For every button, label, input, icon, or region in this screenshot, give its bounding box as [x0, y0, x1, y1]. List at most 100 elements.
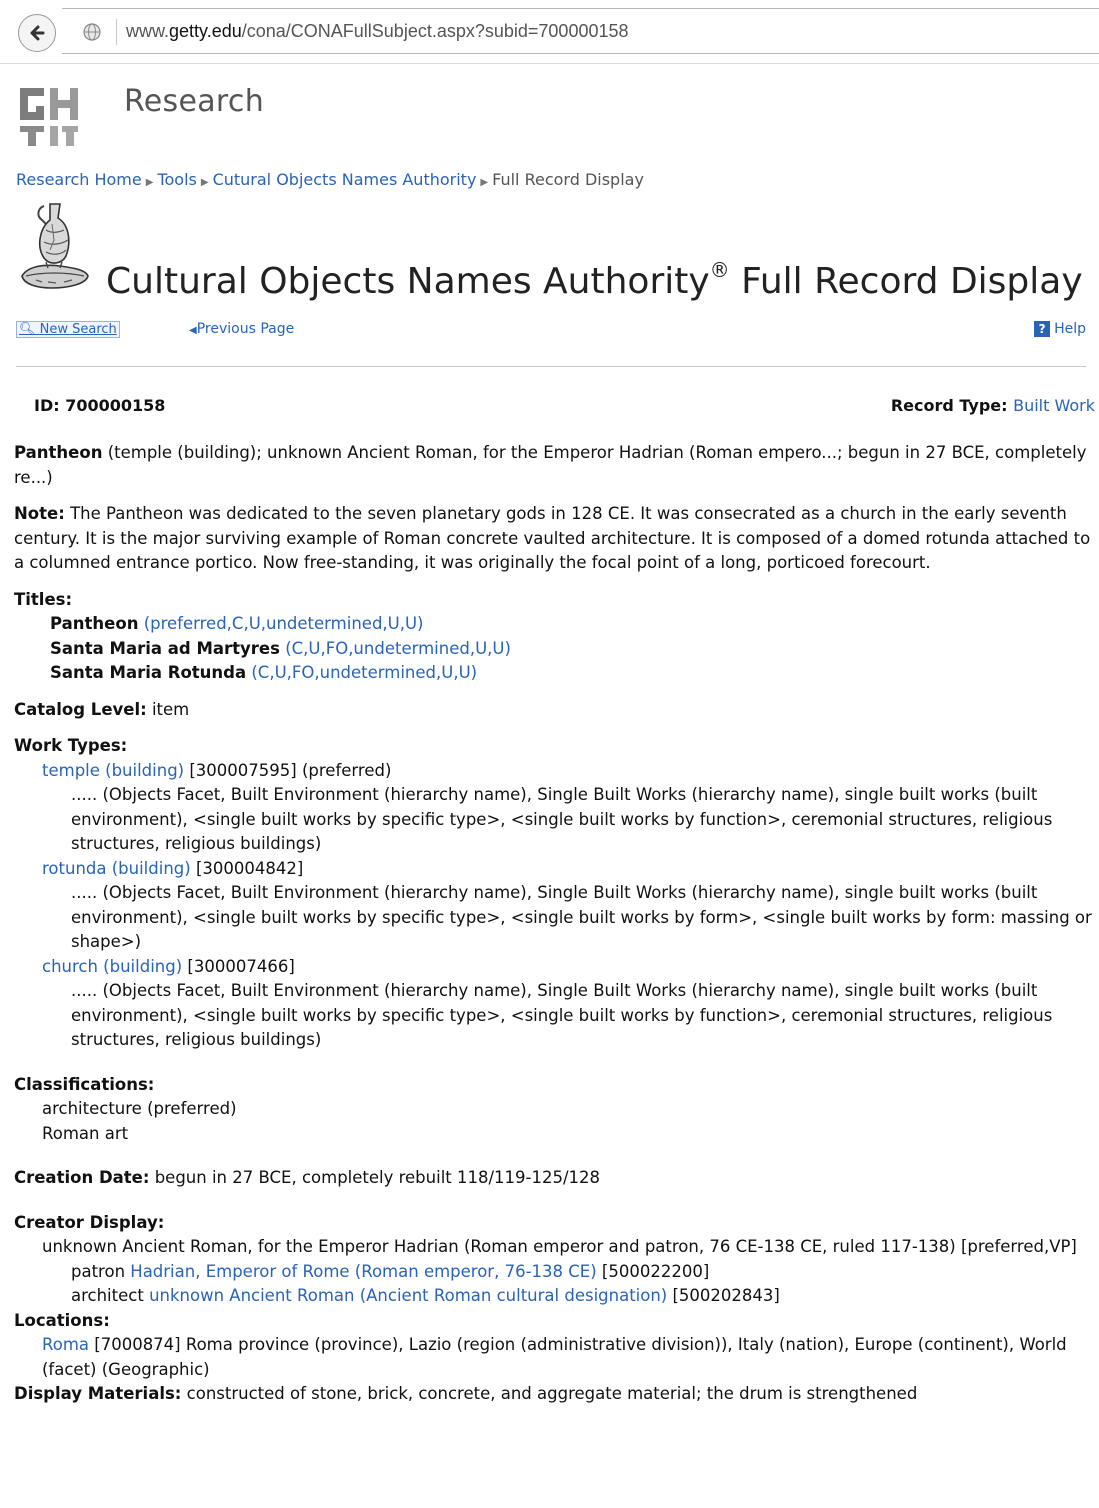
back-arrow-icon — [30, 25, 45, 41]
summary-name: Pantheon — [14, 443, 103, 462]
breadcrumb-arrow-icon: ▶ — [145, 177, 154, 188]
creator-item: architect unknown Ancient Roman (Ancient… — [14, 1284, 1094, 1309]
record-summary: Pantheon (temple (building); unknown Anc… — [14, 441, 1094, 490]
new-search-button[interactable]: 🔍︎ New Search — [16, 321, 120, 338]
creator-id: [500022200] — [596, 1261, 710, 1281]
title-name: Santa Maria Rotunda — [50, 663, 247, 682]
title-qualifier-link[interactable]: (preferred,C,U,undetermined,U,U) — [144, 614, 424, 633]
address-bar[interactable]: www.getty.edu/cona/CONAFullSubject.aspx?… — [62, 8, 1099, 54]
previous-page-link[interactable]: ◀Previous Page — [189, 321, 294, 337]
globe-icon — [83, 23, 101, 41]
url-path: /cona/CONAFullSubject.aspx?subid=7000001… — [241, 21, 629, 41]
catalog-level: Catalog Level: item — [14, 698, 1094, 723]
display-materials: Display Materials: constructed of stone,… — [14, 1382, 1094, 1407]
breadcrumb-tools[interactable]: Tools — [157, 170, 196, 189]
classifications-label: Classifications: — [14, 1074, 155, 1094]
record-id: ID: 700000158 — [34, 396, 166, 415]
url-separator — [116, 19, 117, 45]
creator-link[interactable]: unknown Ancient Roman (Ancient Roman cul… — [149, 1286, 667, 1305]
site-section-title: Research — [124, 84, 265, 119]
page-title-suffix: Full Record Display — [729, 261, 1083, 302]
work-types-section: Work Types: temple (building) [300007595… — [14, 734, 1094, 1053]
work-type-link[interactable]: rotunda (building) — [42, 859, 191, 878]
creator-section: Creator Display: unknown Ancient Roman, … — [14, 1211, 1094, 1309]
work-type-hierarchy: ..... (Objects Facet, Built Environment … — [71, 981, 1053, 1049]
creator-item: patron Hadrian, Emperor of Rome (Roman e… — [14, 1260, 1094, 1285]
page-title: Cultural Objects Names Authority® Full R… — [106, 258, 1083, 302]
url-prefix: www. — [126, 21, 170, 41]
classifications-section: Classifications: architecture (preferred… — [14, 1073, 1094, 1147]
url-domain: getty.edu — [169, 21, 242, 41]
creator-label: Creator Display: — [14, 1212, 165, 1232]
breadcrumb-current: Full Record Display — [492, 170, 644, 189]
summary-text: (temple (building); unknown Ancient Roma… — [14, 443, 1087, 487]
divider — [16, 366, 1086, 367]
toolbar: 🔍︎ New Search ◀Previous Page ? Help — [16, 321, 1086, 345]
creator-role: patron — [71, 1261, 131, 1281]
work-type-id: [300007595] (preferred) — [184, 760, 392, 780]
title-name: Santa Maria ad Martyres — [50, 638, 280, 658]
new-search-label: New Search — [39, 322, 117, 337]
work-type-link[interactable]: temple (building) — [42, 761, 184, 780]
record-type-link[interactable]: Built Work — [1013, 396, 1095, 415]
work-type-id: [300004842] — [190, 858, 304, 878]
breadcrumb-research-home[interactable]: Research Home — [16, 170, 142, 189]
classification-item: architecture (preferred) — [42, 1099, 237, 1118]
registered-mark: ® — [709, 258, 730, 282]
help-link[interactable]: ? Help — [1034, 321, 1086, 337]
classification-item: Roman art — [42, 1123, 129, 1143]
location-link[interactable]: Roma — [42, 1335, 89, 1354]
work-type-item: temple (building) [300007595] (preferred… — [14, 759, 1094, 784]
work-type-hierarchy: ..... (Objects Facet, Built Environment … — [71, 883, 1092, 951]
locations-label: Locations: — [14, 1310, 110, 1330]
location-text: [7000874] Roma province (province), Lazi… — [42, 1335, 1067, 1379]
browser-toolbar: www.getty.edu/cona/CONAFullSubject.aspx?… — [0, 0, 1099, 64]
catalog-level-value: item — [146, 699, 190, 719]
creator-display-text: unknown Ancient Roman, for the Emperor H… — [42, 1237, 1077, 1256]
title-qualifier-link[interactable]: (C,U,FO,undetermined,U,U) — [251, 663, 477, 682]
title-qualifier-link[interactable]: (C,U,FO,undetermined,U,U) — [285, 639, 511, 658]
creation-date-value: begun in 27 BCE, completely rebuilt 118/… — [149, 1168, 601, 1187]
titles-section: Titles: Pantheon (preferred,C,U,undeterm… — [14, 588, 1094, 686]
work-types-label: Work Types: — [14, 736, 128, 755]
title-item: Santa Maria ad Martyres (C,U,FO,undeterm… — [14, 637, 1094, 662]
url-text[interactable]: www.getty.edu/cona/CONAFullSubject.aspx?… — [126, 21, 629, 42]
work-type-link[interactable]: church (building) — [42, 957, 182, 976]
getty-logo[interactable] — [16, 84, 80, 148]
materials-label: Display Materials: — [14, 1384, 182, 1403]
creation-date: Creation Date: begun in 27 BCE, complete… — [14, 1166, 1094, 1191]
creator-id: [500202843] — [667, 1286, 780, 1305]
note-section: Note: The Pantheon was dedicated to the … — [14, 502, 1094, 576]
creation-date-label: Creation Date: — [14, 1168, 150, 1187]
materials-text: constructed of stone, brick, concrete, a… — [181, 1384, 918, 1403]
help-icon: ? — [1034, 321, 1051, 337]
page-title-main: Cultural Objects Names Authority — [106, 261, 710, 302]
work-type-item: rotunda (building) [300004842] — [14, 857, 1094, 882]
note-text: The Pantheon was dedicated to the seven … — [14, 504, 1091, 572]
breadcrumb-arrow-icon: ▶ — [480, 177, 489, 188]
record-id-row: ID: 700000158 Record Type: Built Work — [34, 396, 1095, 415]
locations-section: Locations: Roma [7000874] Roma province … — [14, 1309, 1094, 1383]
breadcrumb-cona[interactable]: Cutural Objects Names Authority — [213, 170, 477, 189]
location-item: Roma [7000874] Roma province (province),… — [14, 1333, 1094, 1382]
record-type-label: Record Type: — [890, 396, 1008, 415]
record-type: Record Type: Built Work — [891, 396, 1095, 415]
help-label: Help — [1054, 321, 1086, 337]
breadcrumb: Research Home ▶ Tools ▶ Cutural Objects Name… — [16, 170, 644, 189]
creator-role: architect — [71, 1286, 150, 1305]
creator-link[interactable]: Hadrian, Emperor of Rome (Roman emperor,… — [130, 1262, 596, 1281]
title-item: Santa Maria Rotunda (C,U,FO,undetermined… — [14, 661, 1094, 686]
breadcrumb-arrow-icon: ▶ — [200, 177, 209, 188]
title-item: Pantheon (preferred,C,U,undetermined,U,U… — [14, 612, 1094, 637]
back-button[interactable] — [18, 14, 56, 52]
work-type-item: church (building) [300007466] — [14, 955, 1094, 980]
titles-label: Titles: — [14, 589, 73, 609]
work-type-id: [300007466] — [182, 956, 295, 976]
record-content: Pantheon (temple (building); unknown Anc… — [14, 441, 1094, 1407]
triangle-left-icon: ◀ — [189, 325, 197, 336]
vase-illustration-icon — [21, 203, 89, 289]
catalog-level-label: Catalog Level: — [14, 699, 147, 719]
title-name: Pantheon — [50, 614, 139, 633]
previous-page-label: Previous Page — [196, 321, 295, 337]
work-type-hierarchy: ..... (Objects Facet, Built Environment … — [71, 785, 1053, 853]
